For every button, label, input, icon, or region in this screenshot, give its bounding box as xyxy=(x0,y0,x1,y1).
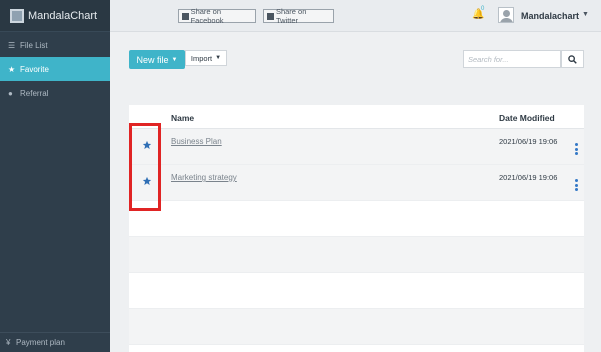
file-name-link[interactable]: Business Plan xyxy=(171,137,222,146)
sidebar-item-payment-plan[interactable]: ¥ Payment plan xyxy=(0,332,110,352)
sidebar-item-label: Payment plan xyxy=(16,338,65,347)
search-input[interactable] xyxy=(463,50,561,68)
avatar[interactable] xyxy=(498,7,514,23)
brand[interactable]: MandalaChart xyxy=(0,0,110,32)
file-name-link[interactable]: Marketing strategy xyxy=(171,173,237,182)
star-icon: ★ xyxy=(8,64,16,74)
sidebar-item-label: Referral xyxy=(20,88,49,98)
share-twitter-label: Share on Twitter xyxy=(275,7,307,25)
file-table: Name Date Modified Business Plan 2021/06… xyxy=(129,105,584,352)
sidebar-item-referral[interactable]: ● Referral xyxy=(0,81,110,105)
share-facebook-label: Share on Facebook xyxy=(190,7,224,25)
chevron-down-icon[interactable]: ▼ xyxy=(582,11,589,18)
new-file-button[interactable]: New file ▼ xyxy=(129,50,185,69)
sidebar: MandalaChart ☰ File List ★ Favorite ● Re… xyxy=(0,0,110,352)
top-header: Share on Facebook Share on Twitter 🔔 0 M… xyxy=(110,0,601,32)
highlight-box xyxy=(129,123,161,211)
empty-row xyxy=(129,237,584,273)
app-name: MandalaChart xyxy=(28,9,98,22)
sidebar-item-label: Favorite xyxy=(20,64,49,74)
sidebar-item-favorite[interactable]: ★ Favorite xyxy=(0,57,110,81)
facebook-icon xyxy=(182,12,189,20)
file-date: 2021/06/19 19:06 xyxy=(499,137,558,146)
search-icon xyxy=(568,54,577,64)
twitter-icon xyxy=(267,12,274,20)
user-plus-icon: ● xyxy=(8,88,13,98)
app-logo-icon xyxy=(10,8,24,23)
file-date: 2021/06/19 19:06 xyxy=(499,173,558,182)
empty-row xyxy=(129,201,584,237)
notification-badge: 0 xyxy=(481,6,485,12)
import-button[interactable]: Import ▼ xyxy=(185,50,227,66)
more-options-icon[interactable] xyxy=(575,179,578,191)
table-row: Business Plan 2021/06/19 19:06 xyxy=(129,129,584,165)
yen-icon: ¥ xyxy=(6,338,11,347)
file-list-icon: ☰ xyxy=(8,40,16,50)
username[interactable]: Mandalachart xyxy=(521,11,579,21)
sidebar-item-file-list[interactable]: ☰ File List xyxy=(0,33,110,57)
table-row: Marketing strategy 2021/06/19 19:06 xyxy=(129,165,584,201)
caret-down-icon: ▼ xyxy=(215,55,222,61)
column-header-date-modified[interactable]: Date Modified xyxy=(499,113,555,123)
search-button[interactable] xyxy=(561,50,584,68)
column-header-name[interactable]: Name xyxy=(171,113,194,123)
empty-row xyxy=(129,309,584,345)
share-twitter-button[interactable]: Share on Twitter xyxy=(263,7,334,25)
share-facebook-button[interactable]: Share on Facebook xyxy=(178,7,256,25)
more-options-icon[interactable] xyxy=(575,143,578,155)
sidebar-nav: ☰ File List ★ Favorite ● Referral xyxy=(0,33,110,105)
caret-down-icon: ▼ xyxy=(171,56,178,63)
import-label: Import xyxy=(190,53,213,63)
sidebar-item-label: File List xyxy=(20,40,48,50)
new-file-label: New file xyxy=(136,54,169,65)
empty-row xyxy=(129,273,584,309)
